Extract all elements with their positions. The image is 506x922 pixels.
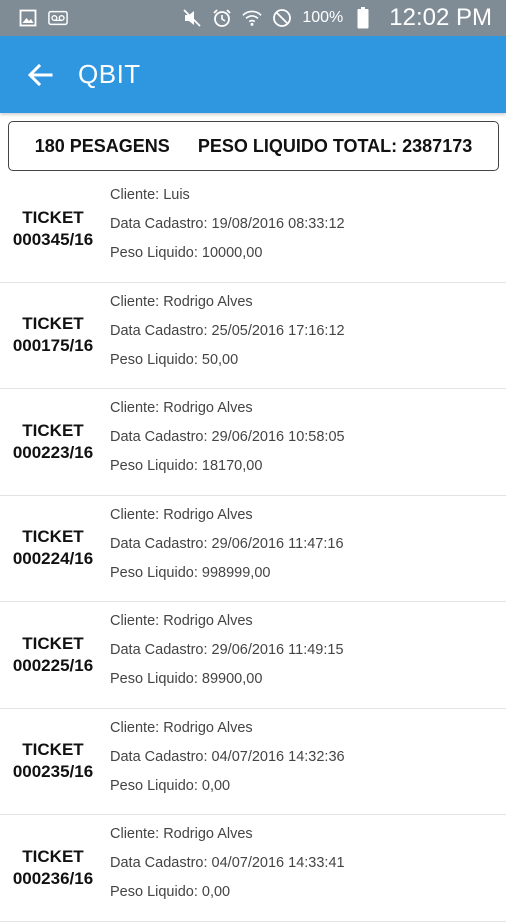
ticket-details: Cliente: Rodrigo Alves Data Cadastro: 29… [106, 389, 506, 495]
data-cadastro: Data Cadastro: 29/06/2016 10:58:05 [110, 429, 345, 445]
ticket-details: Cliente: Rodrigo Alves Data Cadastro: 04… [106, 815, 506, 921]
status-right: 100% 12:02 PM [182, 4, 492, 32]
data-cadastro: Data Cadastro: 19/08/2016 08:33:12 [110, 216, 345, 232]
data-cadastro: Data Cadastro: 25/05/2016 17:16:12 [110, 322, 345, 339]
app-title: QBIT [78, 59, 141, 89]
cliente: Cliente: Luis [110, 187, 190, 203]
mute-icon [182, 8, 202, 28]
list-item[interactable]: TICKET 000235/16 Cliente: Rodrigo Alves … [0, 709, 506, 815]
ticket-label: TICKET [22, 527, 84, 547]
ticket-label: TICKET [22, 846, 84, 866]
ticket-id: TICKET 000224/16 [0, 496, 106, 602]
wifi-icon [242, 8, 263, 28]
pesagens-count: 180 PESAGENS [34, 135, 170, 156]
peso-liquido: Peso Liquido: 50,00 [110, 351, 239, 368]
peso-liquido: Peso Liquido: 89900,00 [110, 671, 263, 687]
battery-percent: 100% [302, 9, 344, 26]
peso-liquido: Peso Liquido: 18170,00 [110, 458, 263, 474]
ticket-number: 000225/16 [12, 655, 94, 675]
list-item[interactable]: TICKET 000223/16 Cliente: Rodrigo Alves … [0, 389, 506, 496]
ticket-number: 000345/16 [12, 229, 94, 249]
ticket-details: Cliente: Rodrigo Alves Data Cadastro: 25… [106, 283, 506, 389]
peso-liquido-total: PESO LIQUIDO TOTAL: 2387173 [197, 135, 473, 156]
cliente: Cliente: Rodrigo Alves [110, 506, 253, 523]
status-left [18, 8, 68, 28]
ticket-details: Cliente: Luis Data Cadastro: 19/08/2016 … [106, 176, 506, 282]
ticket-number: 000236/16 [12, 868, 94, 888]
ticket-label: TICKET [22, 420, 84, 440]
ticket-number: 000235/16 [12, 762, 94, 782]
list-item[interactable]: TICKET 000345/16 Cliente: Luis Data Cada… [0, 176, 506, 283]
ticket-label: TICKET [22, 207, 84, 227]
peso-liquido: Peso Liquido: 0,00 [110, 884, 231, 900]
ticket-number: 000224/16 [12, 549, 94, 569]
voicemail-icon [48, 8, 68, 28]
ticket-label: TICKET [22, 740, 84, 760]
data-cadastro: Data Cadastro: 04/07/2016 14:32:36 [110, 748, 345, 765]
list-item[interactable]: TICKET 000175/16 Cliente: Rodrigo Alves … [0, 283, 506, 389]
battery-icon [353, 7, 373, 29]
cliente: Cliente: Rodrigo Alves [110, 613, 253, 629]
ticket-number: 000175/16 [12, 336, 94, 356]
ticket-number: 000223/16 [12, 442, 94, 462]
app-bar: QBIT [0, 36, 506, 113]
ticket-label: TICKET [22, 633, 84, 653]
ticket-details: Cliente: Rodrigo Alves Data Cadastro: 29… [106, 496, 506, 602]
ticket-details: Cliente: Rodrigo Alves Data Cadastro: 29… [106, 602, 506, 708]
status-time: 12:02 PM [389, 4, 492, 31]
status-bar: 100% 12:02 PM [0, 0, 506, 36]
alarm-icon [212, 8, 232, 28]
ticket-id: TICKET 000223/16 [0, 389, 106, 495]
peso-liquido: Peso Liquido: 0,00 [110, 777, 231, 794]
ticket-id: TICKET 000175/16 [0, 283, 106, 389]
ticket-id: TICKET 000235/16 [0, 709, 106, 815]
ticket-id: TICKET 000236/16 [0, 815, 106, 921]
data-cadastro: Data Cadastro: 29/06/2016 11:49:15 [110, 642, 344, 658]
data-cadastro: Data Cadastro: 04/07/2016 14:33:41 [110, 855, 345, 871]
summary-box: 180 PESAGENS PESO LIQUIDO TOTAL: 2387173 [8, 121, 499, 171]
ticket-list: TICKET 000345/16 Cliente: Luis Data Cada… [0, 176, 506, 922]
do-not-disturb-icon [272, 8, 292, 28]
data-cadastro: Data Cadastro: 29/06/2016 11:47:16 [110, 535, 344, 552]
list-item[interactable]: TICKET 000224/16 Cliente: Rodrigo Alves … [0, 496, 506, 602]
cliente: Cliente: Rodrigo Alves [110, 293, 253, 310]
ticket-details: Cliente: Rodrigo Alves Data Cadastro: 04… [106, 709, 506, 815]
peso-liquido: Peso Liquido: 998999,00 [110, 564, 271, 581]
list-item[interactable]: TICKET 000236/16 Cliente: Rodrigo Alves … [0, 815, 506, 922]
back-button[interactable] [22, 57, 58, 93]
peso-liquido: Peso Liquido: 10000,00 [110, 245, 263, 261]
ticket-id: TICKET 000225/16 [0, 602, 106, 708]
image-icon [18, 8, 38, 28]
ticket-label: TICKET [22, 314, 84, 334]
cliente: Cliente: Rodrigo Alves [110, 719, 253, 736]
ticket-id: TICKET 000345/16 [0, 176, 106, 282]
cliente: Cliente: Rodrigo Alves [110, 826, 253, 842]
back-arrow-icon [27, 63, 53, 86]
cliente: Cliente: Rodrigo Alves [110, 400, 253, 416]
list-item[interactable]: TICKET 000225/16 Cliente: Rodrigo Alves … [0, 602, 506, 709]
